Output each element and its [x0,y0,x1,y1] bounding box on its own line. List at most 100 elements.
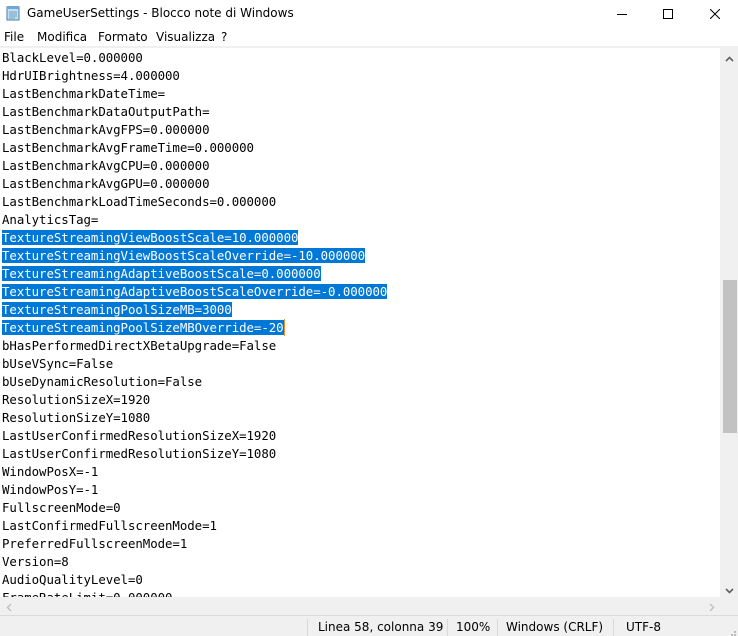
text-line[interactable]: TextureStreamingViewBoostScaleOverride=-… [2,247,365,265]
line-text: LastBenchmarkAvgGPU=0.000000 [2,176,210,191]
text-line[interactable]: BlackLevel=0.000000 [2,49,143,67]
menu-modifica[interactable]: Modifica [37,30,87,44]
maximize-icon [663,4,673,23]
status-separator [613,619,614,636]
line-text: LastBenchmarkAvgCPU=0.000000 [2,158,210,173]
vertical-scrollbar[interactable] [720,48,738,597]
maximize-button[interactable] [645,0,691,26]
text-line[interactable]: FrameRateLimit=0.000000 [2,589,172,597]
line-text: LastUserConfirmedResolutionSizeX=1920 [2,428,277,443]
text-line[interactable]: TextureStreamingViewBoostScale=10.000000 [2,229,298,247]
scrollbar-corner [720,597,738,615]
line-text: Version=8 [2,554,69,569]
close-icon [709,4,721,23]
status-separator [497,619,498,636]
selected-text: TextureStreamingAdaptiveBoostScaleOverri… [2,284,388,299]
text-line[interactable]: TextureStreamingAdaptiveBoostScaleOverri… [2,283,387,301]
text-line[interactable]: TextureStreamingPoolSizeMBOverride=-20 [2,319,285,337]
scroll-left-button[interactable] [0,597,17,615]
line-text: BlackLevel=0.000000 [2,50,143,65]
line-text: LastBenchmarkAvgFPS=0.000000 [2,122,210,137]
text-line[interactable]: TextureStreamingAdaptiveBoostScale=0.000… [2,265,321,283]
text-line[interactable]: LastBenchmarkAvgFPS=0.000000 [2,121,210,139]
text-line[interactable]: WindowPosX=-1 [2,463,98,481]
vertical-scroll-thumb[interactable] [723,280,737,433]
encoding: UTF-8 [626,620,661,634]
text-line[interactable]: LastUserConfirmedResolutionSizeY=1080 [2,445,276,463]
line-text: AnalyticsTag= [2,212,99,227]
line-text: WindowPosY=-1 [2,482,99,497]
chevron-up-icon [724,47,734,66]
menu-visualizza[interactable]: Visualizza [156,30,215,44]
window-title: GameUserSettings - Blocco note di Window… [27,6,294,20]
line-text: FullscreenMode=0 [2,500,121,515]
horizontal-scrollbar[interactable] [0,597,720,615]
text-line[interactable]: Version=8 [2,553,69,571]
text-line[interactable]: AnalyticsTag= [2,211,98,229]
line-text: ResolutionSizeX=1920 [2,392,151,407]
line-text: ResolutionSizeY=1080 [2,410,151,425]
menu-file[interactable]: File [4,30,24,44]
menu-formato[interactable]: Formato [98,30,148,44]
text-line[interactable]: LastBenchmarkAvgGPU=0.000000 [2,175,210,193]
chevron-left-icon [6,597,12,616]
line-text: LastConfirmedFullscreenMode=1 [2,518,217,533]
text-caret [283,319,285,336]
text-line[interactable]: AudioQualityLevel=0 [2,571,143,589]
text-line[interactable]: PreferredFullscreenMode=1 [2,535,187,553]
resize-grip-icon[interactable] [726,624,736,636]
line-text: HdrUIBrightness=4.000000 [2,68,180,83]
text-line[interactable]: LastBenchmarkDateTime= [2,85,165,103]
cursor-position: Linea 58, colonna 39 [318,620,444,634]
text-editor[interactable]: BlackLevel=0.000000 HdrUIBrightness=4.000… [0,48,720,597]
text-line[interactable]: ResolutionSizeX=1920 [2,391,150,409]
chevron-right-icon [709,597,715,616]
line-text: WindowPosX=-1 [2,464,99,479]
line-text: LastBenchmarkAvgFrameTime=0.000000 [2,140,254,155]
text-line[interactable]: LastUserConfirmedResolutionSizeX=1920 [2,427,276,445]
text-line[interactable]: bUseVSync=False [2,355,113,373]
text-line[interactable]: WindowPosY=-1 [2,481,98,499]
line-text: bUseDynamicResolution=False [2,374,203,389]
title-bar[interactable]: GameUserSettings - Blocco note di Window… [0,0,738,26]
text-line[interactable]: LastBenchmarkAvgCPU=0.000000 [2,157,210,175]
text-line[interactable]: LastBenchmarkLoadTimeSeconds=0.000000 [2,193,276,211]
line-text: FrameRateLimit=0.000000 [2,590,172,597]
text-line[interactable]: FullscreenMode=0 [2,499,121,517]
notepad-icon [6,5,20,21]
line-text: bUseVSync=False [2,356,114,371]
line-text: PreferredFullscreenMode=1 [2,536,188,551]
text-line[interactable]: bUseDynamicResolution=False [2,373,202,391]
scroll-up-button[interactable] [720,48,738,65]
line-text: LastBenchmarkDateTime= [2,86,166,101]
status-bar: Linea 58, colonna 39 100% Windows (CRLF)… [0,615,738,636]
text-line[interactable]: ResolutionSizeY=1080 [2,409,150,427]
line-text: bHasPerformedDirectXBetaUpgrade=False [2,338,277,353]
selected-text: TextureStreamingViewBoostScale=10.000000 [2,230,299,245]
minimize-button[interactable] [599,0,645,26]
text-line[interactable]: LastBenchmarkDataOutputPath= [2,103,210,121]
line-text: AudioQualityLevel=0 [2,572,143,587]
minimize-icon [617,4,627,23]
menu-bar: File Modifica Formato Visualizza ? [0,28,738,46]
line-text: LastUserConfirmedResolutionSizeY=1080 [2,446,277,461]
text-line[interactable]: bHasPerformedDirectXBetaUpgrade=False [2,337,276,355]
text-line[interactable]: HdrUIBrightness=4.000000 [2,67,180,85]
selected-text: TextureStreamingPoolSizeMBOverride=-20 [2,320,284,335]
line-ending: Windows (CRLF) [506,620,604,634]
line-text: LastBenchmarkLoadTimeSeconds=0.000000 [2,194,277,209]
selected-text: TextureStreamingAdaptiveBoostScale=0.000… [2,266,321,281]
menu-help[interactable]: ? [221,30,227,44]
scroll-right-button[interactable] [703,597,720,615]
close-button[interactable] [692,0,738,26]
status-separator [447,619,448,636]
status-separator [307,619,308,636]
text-line[interactable]: TextureStreamingPoolSizeMB=3000 [2,301,232,319]
text-line[interactable]: LastConfirmedFullscreenMode=1 [2,517,217,535]
text-line[interactable]: LastBenchmarkAvgFrameTime=0.000000 [2,139,254,157]
selected-text: TextureStreamingViewBoostScaleOverride=-… [2,248,366,263]
chevron-down-icon [724,579,734,598]
scroll-down-button[interactable] [720,580,738,597]
selected-text: TextureStreamingPoolSizeMB=3000 [2,302,232,317]
zoom-level: 100% [456,620,491,634]
